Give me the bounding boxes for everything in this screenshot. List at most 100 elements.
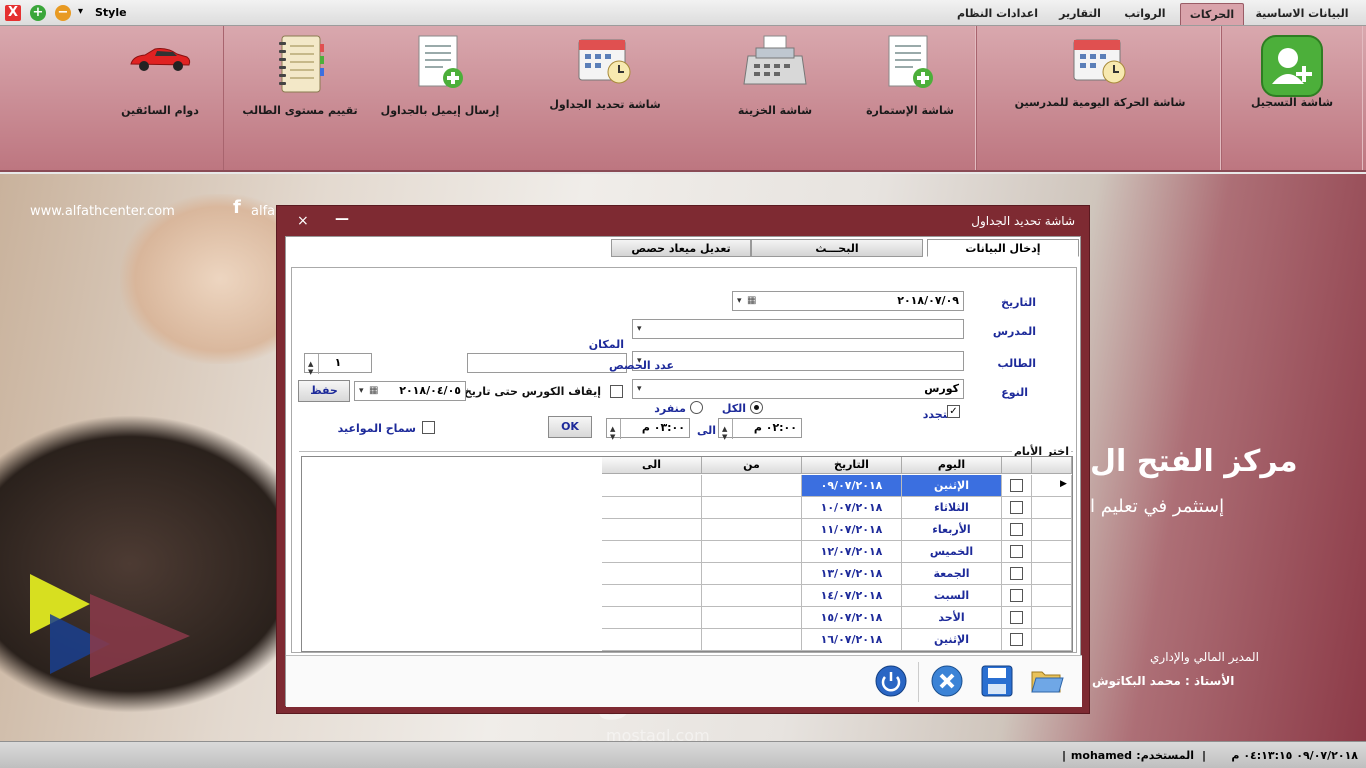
place-input[interactable] (467, 353, 627, 373)
header-to[interactable]: الى (602, 457, 702, 474)
day-checkbox[interactable] (1010, 589, 1023, 602)
from-cell[interactable] (702, 519, 802, 541)
from-cell[interactable] (702, 497, 802, 519)
to-cell[interactable] (602, 607, 702, 629)
table-row[interactable]: الثلاثاء ١٠/٠٧/٢٠١٨ (602, 497, 1072, 519)
student-level-button[interactable]: تقييم مستوى الطالب (235, 26, 365, 170)
to-cell[interactable] (602, 563, 702, 585)
stop-course-checkbox[interactable] (610, 385, 623, 398)
renewed-checkbox[interactable]: ✓ (947, 405, 960, 418)
header-date[interactable]: التاريخ (802, 457, 902, 474)
day-cell[interactable]: الثلاثاء (902, 497, 1002, 519)
cancel-icon[interactable] (930, 664, 964, 698)
day-checkbox-cell[interactable] (1002, 629, 1032, 651)
tab-reports[interactable]: التقارير (1050, 3, 1110, 25)
day-checkbox-cell[interactable] (1002, 585, 1032, 607)
teacher-select[interactable]: ▾ (632, 319, 964, 339)
row-header-cell[interactable] (1032, 563, 1072, 585)
website-link[interactable]: www.alfathcenter.com (30, 204, 175, 219)
header-day[interactable]: اليوم (902, 457, 1002, 474)
quick-access-dropdown-icon[interactable]: ▾ (78, 6, 83, 17)
from-cell[interactable] (702, 475, 802, 497)
spin-buttons[interactable]: ▲ ▼ (305, 354, 319, 376)
day-cell[interactable]: الإثنين (902, 629, 1002, 651)
stop-course-date-picker[interactable]: ▾ ▦ ٢٠١٨/٠٤/٠٥ (354, 381, 466, 401)
day-cell[interactable]: الأحد (902, 607, 1002, 629)
save-disk-icon[interactable] (980, 664, 1014, 698)
drivers-attendance-button[interactable]: دوام السائقين (105, 26, 215, 170)
registration-screen-button[interactable]: شاشة التسجيل (1236, 26, 1348, 170)
spin-down-icon[interactable]: ▼ (610, 428, 615, 446)
tab-search[interactable]: البحـــث (751, 239, 923, 257)
day-cell[interactable]: السبت (902, 585, 1002, 607)
teachers-daily-movement-button[interactable]: شاشة الحركة اليومية للمدرسين (1010, 26, 1190, 170)
date-cell[interactable]: ١٦/٠٧/٢٠١٨ (802, 629, 902, 651)
to-cell[interactable] (602, 585, 702, 607)
table-row[interactable]: الجمعة ١٣/٠٧/٢٠١٨ (602, 563, 1072, 585)
to-cell[interactable] (602, 497, 702, 519)
chevron-down-icon[interactable]: ▾ (359, 382, 364, 400)
tab-system-settings[interactable]: اعدادات النظام (950, 3, 1045, 25)
day-checkbox-cell[interactable] (1002, 497, 1032, 519)
table-row[interactable]: الإثنين ١٦/٠٧/٢٠١٨ (602, 629, 1072, 651)
table-row[interactable]: الخميس ١٢/٠٧/٢٠١٨ (602, 541, 1072, 563)
header-from[interactable]: من (702, 457, 802, 474)
table-row[interactable]: الأربعاء ١١/٠٧/٢٠١٨ (602, 519, 1072, 541)
day-checkbox-cell[interactable] (1002, 541, 1032, 563)
day-checkbox[interactable] (1010, 523, 1023, 536)
treasury-screen-button[interactable]: شاشة الخزينة (720, 26, 830, 170)
to-cell[interactable] (602, 629, 702, 651)
to-cell[interactable] (602, 519, 702, 541)
minus-icon[interactable]: − (55, 5, 71, 21)
row-header-cell[interactable] (1032, 519, 1072, 541)
single-radio[interactable] (690, 401, 703, 414)
row-header-cell[interactable] (1032, 607, 1072, 629)
day-cell[interactable]: الخميس (902, 541, 1002, 563)
date-cell[interactable]: ١٢/٠٧/٢٠١٨ (802, 541, 902, 563)
spin-buttons[interactable]: ▲ ▼ (719, 419, 733, 441)
dialog-close-icon[interactable]: × (297, 213, 309, 229)
type-select[interactable]: ▾ كورس (632, 379, 964, 399)
day-checkbox[interactable] (1010, 501, 1023, 514)
day-cell[interactable]: الإثنين (902, 475, 1002, 497)
day-checkbox[interactable] (1010, 567, 1023, 580)
row-header-cell[interactable] (1032, 541, 1072, 563)
date-cell[interactable]: ١٤/٠٧/٢٠١٨ (802, 585, 902, 607)
schedule-screen-button[interactable]: شاشة تحديد الجداول (540, 26, 670, 170)
date-cell[interactable]: ١٣/٠٧/٢٠١٨ (802, 563, 902, 585)
row-header-cell[interactable] (1032, 497, 1072, 519)
tab-salaries[interactable]: الرواتب (1115, 3, 1175, 25)
day-checkbox[interactable] (1010, 633, 1023, 646)
add-icon[interactable]: + (30, 5, 46, 21)
form-screen-button[interactable]: شاشة الإستمارة (855, 26, 965, 170)
time-to-input[interactable]: ▲ ▼ ٠٣:٠٠ م (606, 418, 690, 441)
to-cell[interactable] (602, 475, 702, 497)
day-checkbox-cell[interactable] (1002, 475, 1032, 497)
calendar-icon[interactable]: ▦ (369, 382, 378, 400)
tab-basic-data[interactable]: البيانات الاساسية (1248, 3, 1356, 25)
day-checkbox-cell[interactable] (1002, 519, 1032, 541)
calendar-icon[interactable]: ▦ (747, 292, 756, 310)
table-row[interactable]: الأحد ١٥/٠٧/٢٠١٨ (602, 607, 1072, 629)
date-cell[interactable]: ١٥/٠٧/٢٠١٨ (802, 607, 902, 629)
tab-transactions[interactable]: الحركات (1180, 3, 1244, 25)
day-cell[interactable]: الأربعاء (902, 519, 1002, 541)
date-cell[interactable]: ١١/٠٧/٢٠١٨ (802, 519, 902, 541)
spin-down-icon[interactable]: ▼ (722, 428, 727, 446)
day-checkbox-cell[interactable] (1002, 563, 1032, 585)
from-cell[interactable] (702, 541, 802, 563)
tab-data-entry[interactable]: إدخال البيانات (927, 239, 1079, 257)
chevron-down-icon[interactable]: ▾ (637, 320, 642, 338)
open-folder-icon[interactable] (1030, 664, 1064, 698)
to-cell[interactable] (602, 541, 702, 563)
dialog-minimize-icon[interactable]: — (335, 211, 349, 227)
day-checkbox[interactable] (1010, 611, 1023, 624)
app-close-icon[interactable]: X (5, 5, 21, 21)
date-cell[interactable]: ١٠/٠٧/٢٠١٨ (802, 497, 902, 519)
day-checkbox[interactable] (1010, 479, 1023, 492)
day-cell[interactable]: الجمعة (902, 563, 1002, 585)
time-from-input[interactable]: ▲ ▼ ٠٢:٠٠ م (718, 418, 802, 441)
allow-appointments-checkbox[interactable] (422, 421, 435, 434)
student-select[interactable]: ▾ (632, 351, 964, 371)
row-header-cell[interactable] (1032, 585, 1072, 607)
